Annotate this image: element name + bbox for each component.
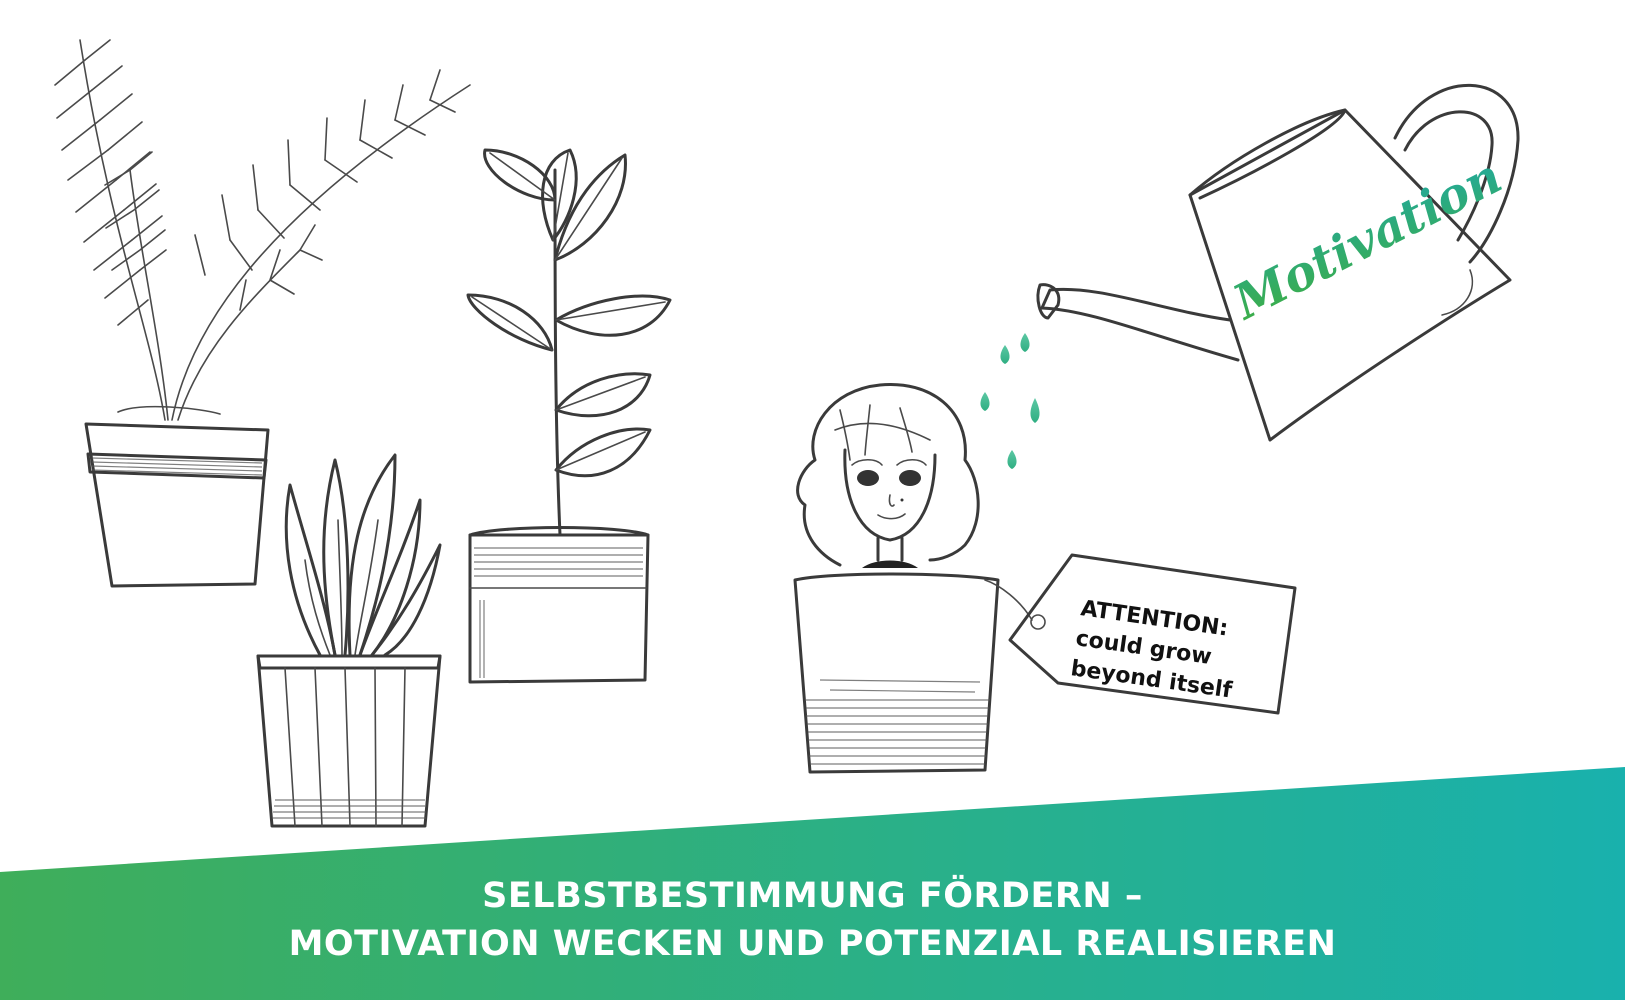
banner-heading: SELBSTBESTIMMUNG FÖRDERN – MOTIVATION WE… <box>0 872 1625 968</box>
palm-pot <box>84 405 270 588</box>
banner-line-1: SELBSTBESTIMMUNG FÖRDERN – <box>482 876 1143 916</box>
water-drop <box>1007 450 1017 469</box>
palm-plant <box>54 39 471 421</box>
water-drop <box>1030 398 1040 423</box>
girl-pot <box>793 572 1000 774</box>
water-drops <box>980 333 1040 469</box>
rubber-plant-pot <box>468 526 650 684</box>
watering-can: Motivation <box>1036 83 1520 442</box>
snake-plant-pot <box>256 654 442 828</box>
snake-plant <box>284 453 442 657</box>
attention-tag: ATTENTION: could grow beyond itself <box>984 553 1297 715</box>
rubber-plant <box>466 148 672 537</box>
water-drop <box>980 392 990 411</box>
girl-illustration <box>796 382 980 568</box>
water-drop <box>1000 345 1010 364</box>
can-label: Motivation <box>1223 148 1510 331</box>
water-drop <box>1020 333 1030 352</box>
illustration: ATTENTION: could grow beyond itself Moti… <box>0 39 1625 1000</box>
banner-line-2: MOTIVATION WECKEN UND POTENZIAL REALISIE… <box>288 924 1337 964</box>
